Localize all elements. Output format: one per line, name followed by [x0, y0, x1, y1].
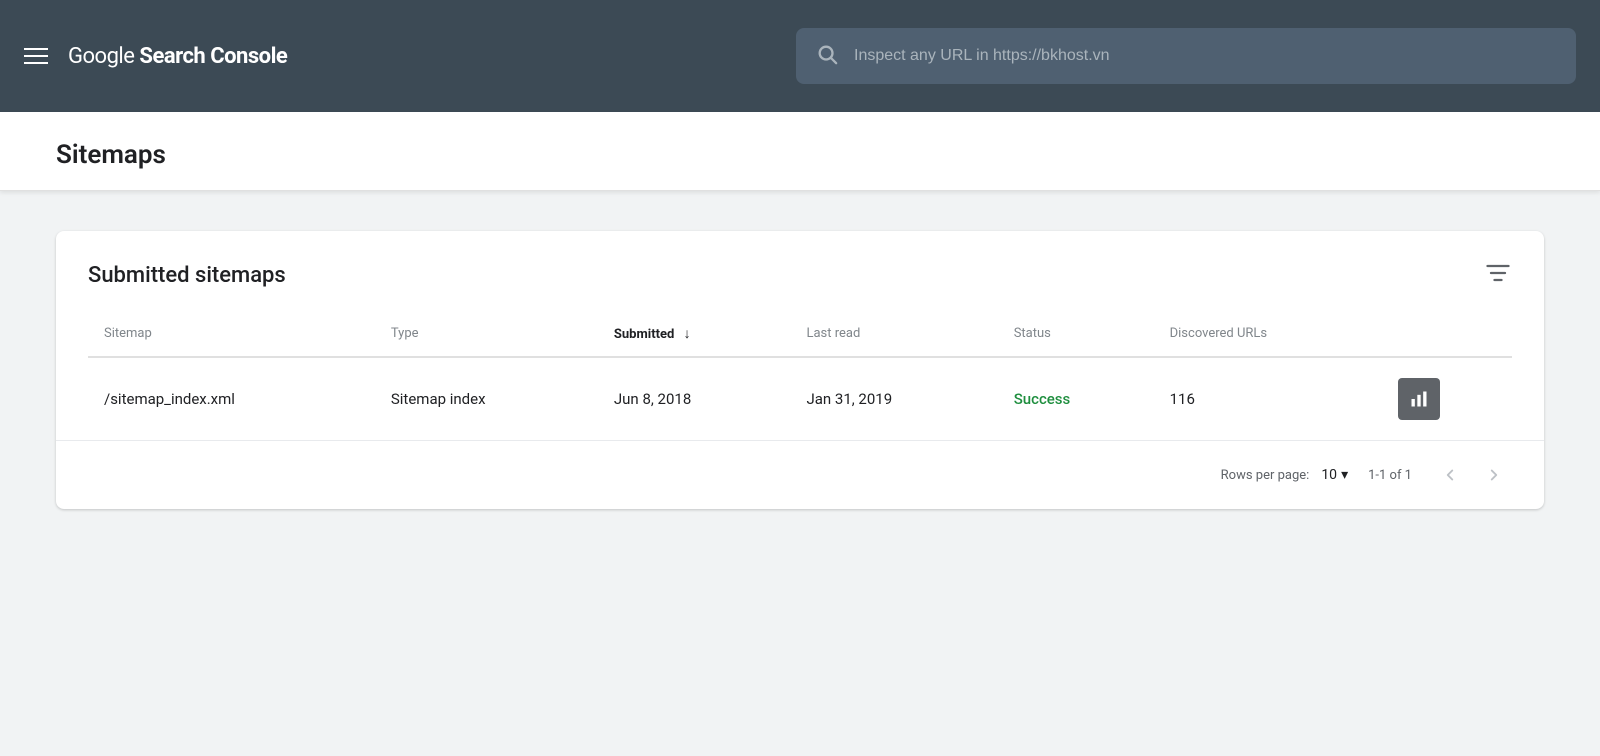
col-sitemap[interactable]: Sitemap	[88, 311, 375, 357]
card-title: Submitted sitemaps	[88, 263, 286, 288]
col-type[interactable]: Type	[375, 311, 598, 357]
table-wrapper: Sitemap Type Submitted ↓ Last read	[56, 311, 1544, 440]
page-title-area: Sitemaps	[0, 112, 1600, 191]
next-page-button[interactable]	[1476, 457, 1512, 493]
col-submitted[interactable]: Submitted ↓	[598, 311, 791, 357]
page-title: Sitemaps	[56, 140, 1544, 170]
page-info: 1-1 of 1	[1368, 468, 1412, 483]
cell-last-read: Jan 31, 2019	[790, 357, 997, 440]
rows-per-page: Rows per page: 10 ▾	[1221, 467, 1348, 483]
col-discovered-urls[interactable]: Discovered URLs	[1154, 311, 1382, 357]
card-header: Submitted sitemaps	[56, 231, 1544, 311]
sitemaps-table: Sitemap Type Submitted ↓ Last read	[88, 311, 1512, 440]
cell-status: Success	[998, 357, 1154, 440]
status-badge: Success	[1014, 390, 1071, 408]
rows-per-page-label: Rows per page:	[1221, 468, 1310, 483]
cell-chart-action	[1382, 357, 1512, 440]
prev-page-button[interactable]	[1432, 457, 1468, 493]
cell-sitemap: /sitemap_index.xml	[88, 357, 375, 440]
header-left: Google Search Console	[24, 44, 287, 69]
bar-chart-button[interactable]	[1398, 378, 1440, 420]
hamburger-icon[interactable]	[24, 48, 48, 64]
col-status[interactable]: Status	[998, 311, 1154, 357]
main-content: Submitted sitemaps Sitemap	[0, 191, 1600, 549]
filter-icon[interactable]	[1484, 259, 1512, 291]
search-input[interactable]	[854, 47, 1556, 65]
pagination-row: Rows per page: 10 ▾ 1-1 of 1	[56, 440, 1544, 509]
logo: Google Search Console	[68, 44, 287, 69]
header: Google Search Console	[0, 0, 1600, 112]
cell-submitted: Jun 8, 2018	[598, 357, 791, 440]
rows-per-page-value: 10	[1321, 467, 1337, 483]
rows-per-page-select[interactable]: 10 ▾	[1321, 467, 1348, 483]
page-nav	[1432, 457, 1512, 493]
col-actions	[1382, 311, 1512, 357]
search-icon	[816, 43, 838, 69]
cell-discovered-urls: 116	[1154, 357, 1382, 440]
sort-arrow-icon: ↓	[684, 326, 691, 342]
table-header: Sitemap Type Submitted ↓ Last read	[88, 311, 1512, 357]
rows-select-chevron-icon: ▾	[1341, 467, 1348, 483]
col-last-read[interactable]: Last read	[790, 311, 997, 357]
cell-type: Sitemap index	[375, 357, 598, 440]
logo-suffix: Search Console	[139, 44, 287, 69]
table-row: /sitemap_index.xml Sitemap index Jun 8, …	[88, 357, 1512, 440]
logo-prefix: Google	[68, 44, 139, 69]
table-body: /sitemap_index.xml Sitemap index Jun 8, …	[88, 357, 1512, 440]
sitemaps-card: Submitted sitemaps Sitemap	[56, 231, 1544, 509]
search-bar[interactable]	[796, 28, 1576, 84]
